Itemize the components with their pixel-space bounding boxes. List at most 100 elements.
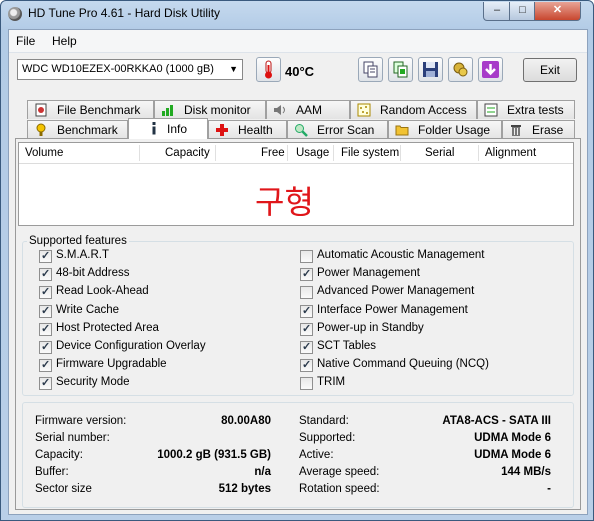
feature-label: S.M.A.R.T [56,249,110,261]
info-label: Active: [299,449,334,461]
info-icon [152,122,156,135]
feature-checkbox[interactable] [39,285,52,300]
info-value: 512 bytes [218,483,271,495]
benchmark-icon [36,123,46,136]
feature-label: Firmware Upgradable [56,358,167,371]
info-label: Firmware version: [35,415,127,427]
info-value: UDMA Mode 6 [474,449,551,461]
feature-checkbox[interactable] [39,340,52,354]
error-scan-icon [295,124,308,137]
title-bar[interactable]: HD Tune Pro 4.61 - Hard Disk Utility – □… [1,1,593,27]
menu-file[interactable]: File [16,34,35,48]
col-alignment[interactable]: Alignment [485,147,536,159]
chevron-down-icon: ▼ [229,64,238,74]
health-icon [216,124,228,136]
feature-checkbox[interactable] [39,304,52,318]
exit-button[interactable]: Exit [523,58,577,82]
tab-random-access[interactable]: Random Access [350,100,477,119]
feature-checkbox[interactable] [39,376,52,391]
feature-checkbox[interactable] [300,358,313,373]
extra-tests-icon [484,103,498,117]
menu-bar: File Help [9,30,587,53]
random-access-icon [357,103,371,117]
tab-label: Erase [532,123,564,137]
tab-erase[interactable]: Erase [502,120,575,139]
feature-label: Security Mode [56,376,130,389]
volume-table-header: Volume Capacity Free Usage File system S… [19,143,573,164]
minimize-button[interactable]: – [483,2,511,21]
disk-monitor-icon [162,105,173,116]
col-free[interactable]: Free [261,147,285,159]
tab-folder-usage[interactable]: Folder Usage [388,120,502,139]
tab-info[interactable]: Info [128,118,208,139]
feature-checkbox[interactable] [39,267,52,282]
tab-aam[interactable]: AAM [266,100,350,119]
window-title: HD Tune Pro 4.61 - Hard Disk Utility [28,6,221,20]
feature-checkbox[interactable] [300,250,313,263]
col-usage[interactable]: Usage [296,147,329,159]
feature-label: TRIM [317,376,346,389]
menu-help[interactable]: Help [52,34,77,48]
tab-file-benchmark[interactable]: File Benchmark [27,100,154,119]
tab-label: Info [167,122,188,136]
info-label: Buffer: [35,466,69,478]
feature-label: Advanced Power Management [317,285,475,298]
feature-checkbox[interactable] [300,267,313,282]
app-disk-icon [8,7,22,21]
tab-health[interactable]: Health [208,120,287,139]
copy-text-icon[interactable] [358,57,383,82]
tab-label: Error Scan [317,123,375,137]
temperature-readout: 40°C [285,64,315,79]
info-label: Standard: [299,415,349,427]
info-label: Supported: [299,432,356,444]
app-window: HD Tune Pro 4.61 - Hard Disk Utility – □… [0,0,594,521]
download-icon[interactable] [478,57,503,82]
tab-label: Disk monitor [184,103,251,117]
info-value: 1000.2 gB (931.5 GB) [157,449,271,461]
speaker-icon [274,105,285,115]
col-volume[interactable]: Volume [25,147,63,159]
feature-label: Automatic Acoustic Management [317,249,485,261]
tab-benchmark[interactable]: Benchmark [27,120,128,139]
info-value: ATA8-ACS - SATA III [442,415,551,427]
maximize-button[interactable]: □ [509,2,536,21]
drive-select[interactable]: WDC WD10EZEX-00RKKA0 (1000 gB) ▼ [17,59,243,80]
feature-label: 48-bit Address [56,267,130,280]
options-icon[interactable] [448,57,473,82]
tab-extra-tests[interactable]: Extra tests [477,100,575,119]
col-capacity[interactable]: Capacity [165,147,210,159]
col-serial[interactable]: Serial [425,147,454,159]
feature-label: Read Look-Ahead [56,285,149,298]
feature-checkbox[interactable] [300,377,313,391]
feature-label: Power Management [317,267,420,280]
col-file-system[interactable]: File system [341,147,399,159]
tab-label: Folder Usage [418,123,491,137]
tab-label: Random Access [380,103,467,117]
save-icon[interactable] [418,57,443,82]
tab-error-scan[interactable]: Error Scan [287,120,388,139]
tab-disk-monitor[interactable]: Disk monitor [154,100,266,119]
feature-checkbox[interactable] [300,304,313,318]
feature-checkbox[interactable] [300,286,313,300]
feature-label: SCT Tables [317,340,377,352]
info-label: Sector size [35,483,92,495]
column-divider [400,145,401,161]
feature-label: Interface Power Management [317,303,468,316]
info-label: Capacity: [35,449,83,461]
feature-label: Native Command Queuing (NCQ) [317,358,489,371]
volume-table[interactable]: Volume Capacity Free Usage File system S… [18,142,574,226]
close-button[interactable]: ✕ [534,2,581,21]
info-label: Serial number: [35,432,110,444]
feature-checkbox[interactable] [39,322,52,336]
feature-checkbox[interactable] [39,249,52,263]
tab-label: Extra tests [507,103,564,117]
overlay-text: 구형 [255,183,314,221]
thermometer-icon [256,57,281,82]
feature-checkbox[interactable] [300,340,313,354]
feature-checkbox[interactable] [39,358,52,373]
copy-info-icon[interactable] [388,57,413,82]
info-value: 144 MB/s [501,466,551,478]
feature-checkbox[interactable] [300,322,313,336]
toolbar: WDC WD10EZEX-00RKKA0 (1000 gB) ▼ 40°C Ex… [9,53,587,91]
client-area: File Help WDC WD10EZEX-00RKKA0 (1000 gB)… [8,29,588,515]
